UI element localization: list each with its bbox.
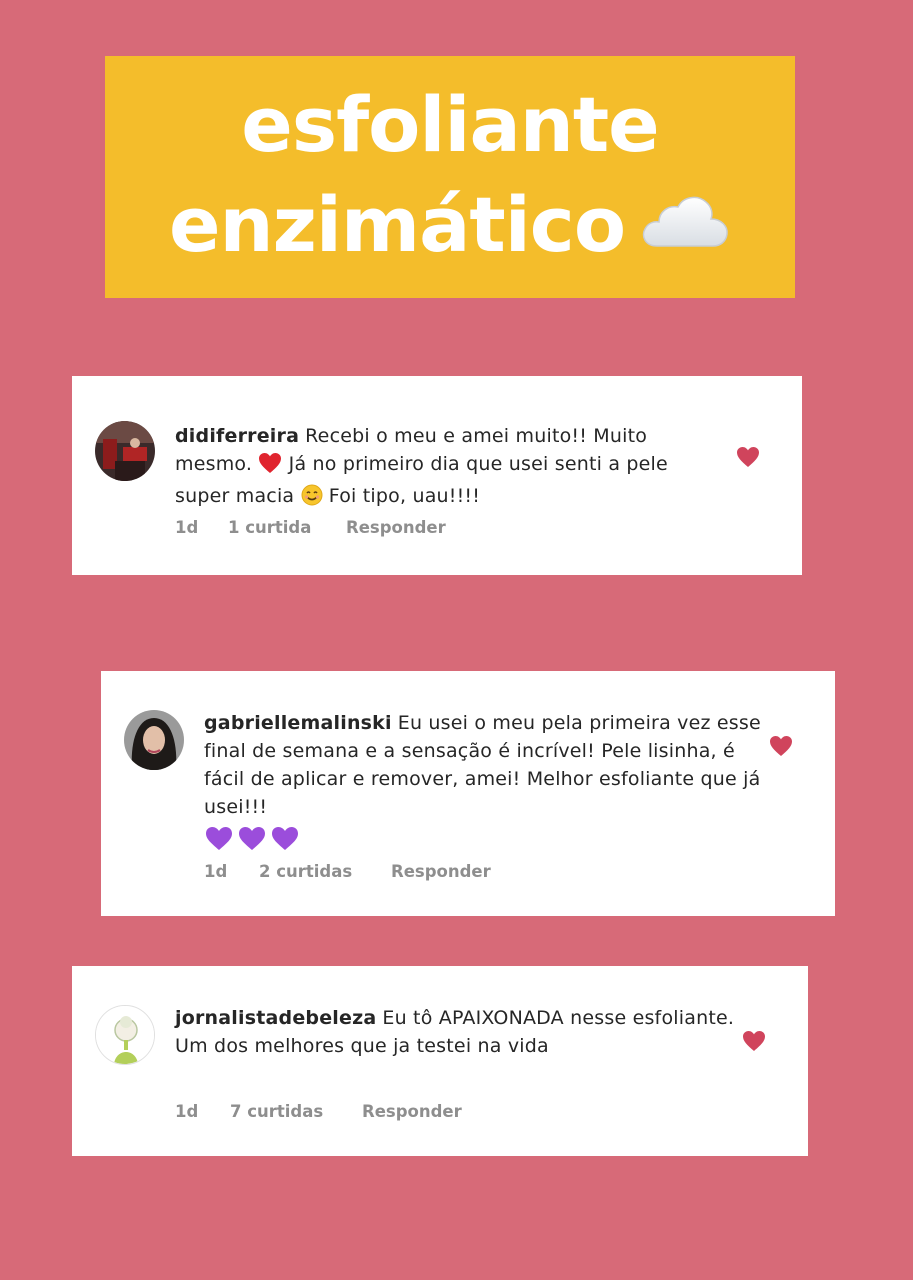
comment-meta: 1d 2 curtidas Responder xyxy=(204,862,491,881)
comment-meta: 1d 1 curtida Responder xyxy=(175,518,446,537)
likes-count[interactable]: 1 curtida xyxy=(228,518,346,537)
comment-card: didiferreira Recebi o meu e amei muito!! … xyxy=(72,376,802,575)
title-line-2: enzimático xyxy=(169,175,731,280)
title-banner: esfoliante enzimático xyxy=(105,56,795,298)
avatar[interactable] xyxy=(95,421,155,481)
reply-button[interactable]: Responder xyxy=(346,518,446,537)
heart-icon[interactable] xyxy=(769,735,793,757)
smiling-face-emoji xyxy=(301,484,323,514)
username[interactable]: didiferreira xyxy=(175,425,299,447)
title-line-2-text: enzimático xyxy=(168,179,626,269)
likes-count[interactable]: 2 curtidas xyxy=(259,862,391,881)
reply-button[interactable]: Responder xyxy=(391,862,491,881)
username[interactable]: jornalistadebeleza xyxy=(175,1007,376,1029)
title-line-1: esfoliante xyxy=(241,79,659,169)
username[interactable]: gabriellemalinski xyxy=(204,712,392,734)
comment-text: jornalistadebeleza Eu tô APAIXONADA nesse… xyxy=(175,1004,735,1060)
likes-count[interactable]: 7 curtidas xyxy=(230,1102,362,1121)
comment-text: didiferreira Recebi o meu e amei muito!! … xyxy=(175,422,715,514)
comment-text: gabriellemalinski Eu usei o meu pela prim… xyxy=(204,709,764,860)
heart-icon[interactable] xyxy=(742,1030,766,1052)
comment-card: gabriellemalinski Eu usei o meu pela prim… xyxy=(101,671,835,916)
avatar[interactable] xyxy=(124,710,184,770)
reply-button[interactable]: Responder xyxy=(362,1102,462,1121)
comment-age: 1d xyxy=(204,862,228,881)
cloud-icon xyxy=(639,174,731,274)
purple-hearts-emoji xyxy=(204,824,300,860)
comment-age: 1d xyxy=(175,1102,199,1121)
comment-meta: 1d 7 curtidas Responder xyxy=(175,1102,462,1121)
avatar[interactable] xyxy=(95,1005,155,1065)
red-heart-emoji xyxy=(258,452,282,482)
comment-age: 1d xyxy=(175,518,199,537)
heart-icon[interactable] xyxy=(736,446,760,468)
comment-card: jornalistadebeleza Eu tô APAIXONADA nesse… xyxy=(72,966,808,1156)
comment-body: Foi tipo, uau!!!! xyxy=(328,485,481,507)
